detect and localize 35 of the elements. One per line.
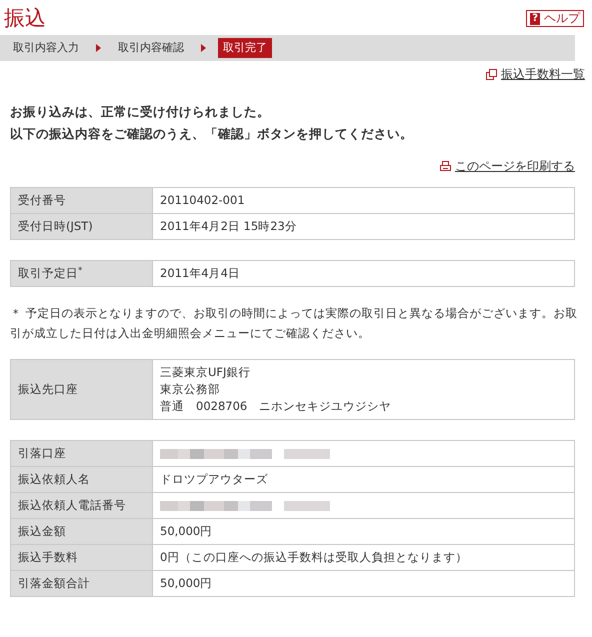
note-text: ＊ 予定日の表示となりますので、お取引の時間によっては実際の取引日と異なる場合がございます。お取引が成立した日付は入出金明細照会メニューにてご確認ください。 (10, 305, 579, 342)
page-title: 振込 (4, 8, 46, 29)
step-item: 取引完了 (218, 38, 272, 58)
new-window-icon (486, 68, 497, 80)
label-cell: 引落金額合計 (10, 570, 152, 596)
label-cell: 受付日時(JST) (10, 214, 152, 240)
step-arrow-icon (201, 44, 206, 52)
label-cell: 振込手数料 (10, 544, 152, 570)
label-cell: 引落口座 (10, 440, 152, 466)
label-cell: 振込依頼人名 (10, 466, 152, 492)
value-text: 0円（この口座への振込手数料は受取人負担となります） (160, 549, 468, 566)
value-text: 東京公務部 (160, 381, 221, 398)
label-cell: 振込依頼人電話番号 (10, 492, 152, 518)
value-text: 2011年4月2日 15時23分 (160, 218, 298, 235)
confirmation-message: お振り込みは、正常に受け付けられました。 (10, 103, 271, 121)
value-text: 20110402-001 (160, 192, 246, 209)
print-page-link[interactable]: このページを印刷する (455, 157, 575, 175)
value-text: 普通 0028706 ニホンセキジユウジシヤ (160, 398, 392, 415)
label-cell: 受付番号 (10, 188, 152, 214)
value-text: 三菱東京UFJ銀行 (160, 364, 252, 381)
label-cell: 振込金額 (10, 518, 152, 544)
value-text: 2011年4月4日 (160, 265, 241, 282)
help-button[interactable]: ? ヘルプ (526, 10, 584, 27)
confirmation-message: 以下の振込内容をご確認のうえ、「確認」ボタンを押してください。 (10, 125, 414, 143)
value-text: 50,000円 (160, 575, 214, 592)
step-item: 取引内容確認 (117, 40, 185, 56)
step-arrow-icon (96, 44, 101, 52)
help-icon: ? (530, 12, 540, 24)
value-text: 50,000円 (160, 523, 214, 540)
label-cell: 振込先口座 (10, 360, 152, 420)
value-text: ドロツプアウターズ (160, 471, 269, 488)
fee-list-link[interactable]: 振込手数料一覧 (501, 65, 585, 83)
step-item: 取引内容入力 (12, 40, 80, 56)
printer-icon (440, 160, 451, 172)
label-cell: 取引予定日$^{*}$ (10, 260, 152, 286)
